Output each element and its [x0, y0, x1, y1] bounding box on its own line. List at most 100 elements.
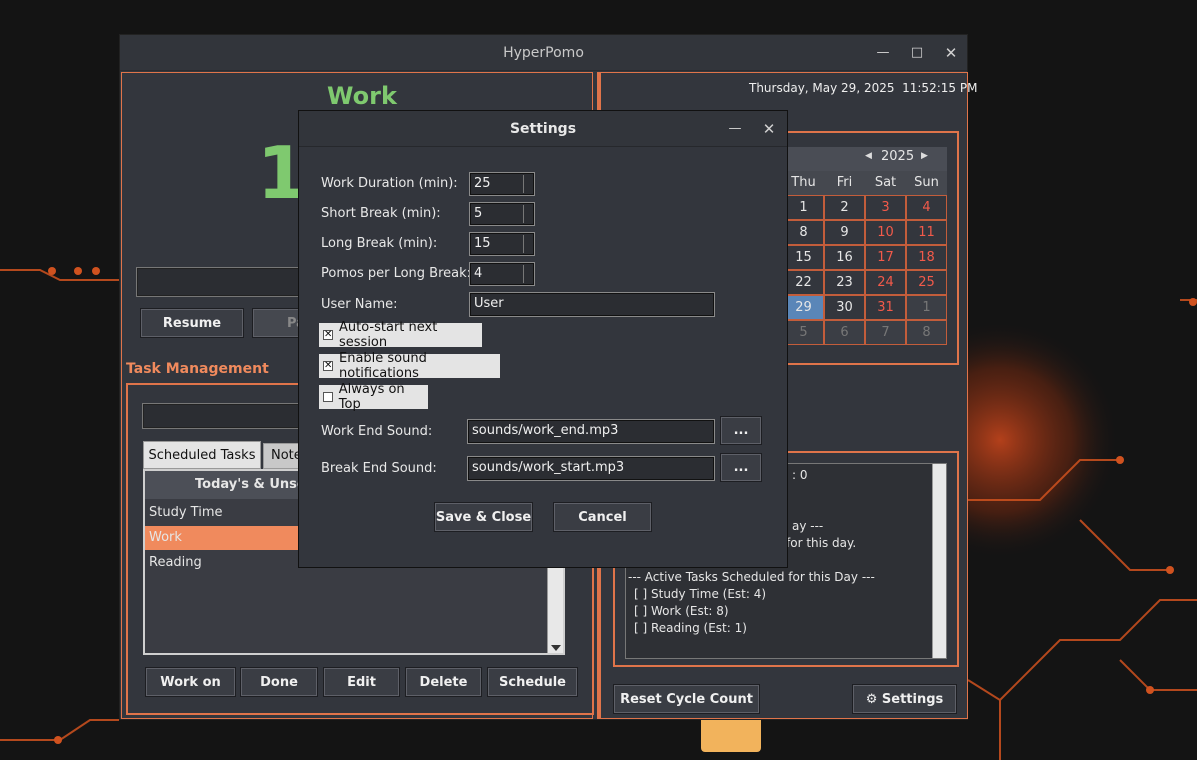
calendar-day[interactable]: 30 — [824, 295, 865, 320]
calendar-day[interactable]: 4 — [906, 195, 947, 220]
log-scrollbar[interactable] — [932, 464, 946, 658]
scroll-down-icon[interactable] — [551, 645, 561, 651]
checkbox-checked-icon[interactable]: ✕ — [323, 330, 333, 340]
log-count-partial: : 0 — [792, 468, 808, 482]
long-break-label: Long Break (min): — [321, 236, 438, 251]
pomos-per-long-break-spinbox[interactable]: 4 — [469, 262, 535, 286]
calendar-day[interactable]: 1 — [906, 295, 947, 320]
spin-arrows-icon[interactable] — [523, 175, 532, 193]
user-name-field[interactable]: User — [469, 292, 715, 317]
calendar-day[interactable]: 22 — [783, 270, 824, 295]
calendar-day[interactable]: 16 — [824, 245, 865, 270]
tab-notes[interactable]: Note — [263, 443, 303, 469]
work-end-sound-field[interactable]: sounds/work_end.mp3 — [467, 419, 715, 444]
cancel-button[interactable]: Cancel — [553, 502, 652, 532]
calendar-day[interactable]: 2 — [824, 195, 865, 220]
calendar-day[interactable]: 24 — [865, 270, 906, 295]
calendar-day[interactable]: 7 — [865, 320, 906, 345]
weekday-label: Thu — [791, 175, 816, 190]
calendar-year: 2025 — [881, 149, 915, 164]
user-name-label: User Name: — [321, 297, 398, 312]
short-break-value: 5 — [474, 206, 483, 221]
window-title: HyperPomo — [503, 45, 584, 61]
log-day-partial: ay --- — [792, 519, 824, 533]
calendar-day[interactable]: 8 — [906, 320, 947, 345]
calendar-day[interactable]: 3 — [865, 195, 906, 220]
calendar-grid: 1 2 3 4 8 9 10 11 15 16 17 18 22 23 24 25 29 30 31 1 5 6 7 8 — [783, 195, 947, 345]
schedule-button[interactable]: Schedule — [487, 667, 578, 697]
tab-scheduled-tasks[interactable]: Scheduled Tasks — [143, 441, 261, 469]
settings-title-bar: Settings — ✕ — [299, 111, 787, 147]
work-duration-spinbox[interactable]: 25 — [469, 172, 535, 196]
minimize-icon[interactable]: — — [873, 43, 893, 63]
always-on-top-checkbox[interactable]: Always on Top — [319, 382, 428, 412]
year-prev-icon[interactable]: ◀ — [865, 151, 872, 161]
calendar-day[interactable]: 1 — [783, 195, 824, 220]
calendar-day[interactable]: 25 — [906, 270, 947, 295]
pomos-per-long-break-value: 4 — [474, 266, 483, 281]
progress-bar — [136, 267, 306, 297]
checkbox-unchecked-icon[interactable] — [323, 392, 333, 402]
weekday-label: Fri — [836, 175, 853, 190]
delete-button[interactable]: Delete — [405, 667, 482, 697]
task-management-heading: Task Management — [126, 361, 269, 377]
user-name-value: User — [474, 296, 504, 311]
work-end-sound-value: sounds/work_end.mp3 — [472, 423, 619, 438]
year-next-icon[interactable]: ▶ — [921, 151, 928, 161]
calendar-header: ◀ 2025 ▶ — [783, 147, 947, 171]
calendar-day[interactable]: 9 — [824, 220, 865, 245]
spin-arrows-icon[interactable] — [523, 235, 532, 253]
reset-cycle-count-button[interactable]: Reset Cycle Count — [613, 684, 760, 714]
short-break-label: Short Break (min): — [321, 206, 441, 221]
work-end-sound-label: Work End Sound: — [321, 424, 433, 439]
calendar-day[interactable]: 8 — [783, 220, 824, 245]
resume-button[interactable]: Resume — [140, 308, 244, 338]
maximize-icon[interactable]: □ — [907, 43, 927, 63]
settings-title: Settings — [509, 121, 577, 137]
log-task-item: [ ] Study Time (Est: 4) — [634, 587, 767, 601]
break-end-sound-field[interactable]: sounds/work_start.mp3 — [467, 456, 715, 481]
spin-arrows-icon[interactable] — [523, 265, 532, 283]
work-duration-value: 25 — [474, 176, 491, 191]
edit-button[interactable]: Edit — [323, 667, 400, 697]
calendar-day[interactable]: 23 — [824, 270, 865, 295]
calendar-day[interactable]: 10 — [865, 220, 906, 245]
sound-notifications-label: Enable sound notifications — [339, 351, 427, 381]
calendar-day[interactable]: 17 — [865, 245, 906, 270]
checkbox-checked-icon[interactable]: ✕ — [323, 361, 333, 371]
weekday-label: Sat — [874, 175, 897, 190]
break-end-sound-browse-button[interactable]: ... — [720, 453, 762, 482]
done-button[interactable]: Done — [240, 667, 318, 697]
weekday-label: Sun — [914, 175, 939, 190]
calendar-day[interactable]: 29 — [783, 295, 824, 320]
save-close-button[interactable]: Save & Close — [434, 502, 533, 532]
calendar-day[interactable]: 18 — [906, 245, 947, 270]
close-icon[interactable]: ✕ — [941, 43, 961, 63]
settings-close-icon[interactable]: ✕ — [759, 119, 779, 139]
log-for-partial: for this day. — [786, 536, 857, 550]
sound-notifications-checkbox[interactable]: ✕ Enable sound notifications — [319, 351, 500, 381]
long-break-spinbox[interactable]: 15 — [469, 232, 535, 256]
log-task-item: [ ] Work (Est: 8) — [634, 604, 729, 618]
short-break-spinbox[interactable]: 5 — [469, 202, 535, 226]
work-end-sound-browse-button[interactable]: ... — [720, 416, 762, 445]
task-entry-input[interactable] — [142, 403, 302, 429]
calendar-day[interactable]: 5 — [783, 320, 824, 345]
settings-button[interactable]: ⚙ Settings — [852, 684, 957, 714]
calendar-day[interactable]: 15 — [783, 245, 824, 270]
calendar-day[interactable]: 11 — [906, 220, 947, 245]
always-on-top-label: Always on Top — [338, 382, 405, 412]
work-on-button[interactable]: Work on — [145, 667, 236, 697]
calendar-weekday-row: Thu Fri Sat Sun — [783, 171, 947, 195]
pause-button[interactable]: Pa — [252, 308, 305, 338]
settings-minimize-icon[interactable]: — — [725, 119, 745, 139]
calendar-day[interactable]: 6 — [824, 320, 865, 345]
taskbar-item[interactable] — [701, 718, 761, 752]
timer-mode-label: Work — [327, 82, 397, 110]
long-break-value: 15 — [474, 236, 491, 251]
auto-start-checkbox[interactable]: ✕ Auto-start next session — [319, 320, 482, 350]
break-end-sound-label: Break End Sound: — [321, 461, 437, 476]
work-duration-label: Work Duration (min): — [321, 176, 458, 191]
calendar-day[interactable]: 31 — [865, 295, 906, 320]
spin-arrows-icon[interactable] — [523, 205, 532, 223]
